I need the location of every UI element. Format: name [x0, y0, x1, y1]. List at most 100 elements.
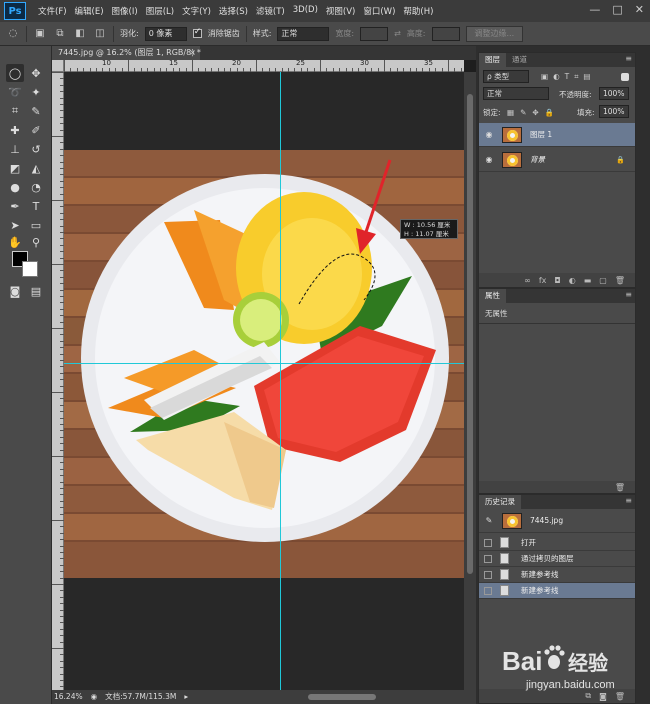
healing-brush-tool-icon[interactable]: ✚	[6, 121, 24, 139]
blend-mode-select[interactable]: 正常	[483, 87, 549, 100]
vertical-ruler[interactable]	[52, 72, 64, 690]
brush-tool-icon[interactable]: ✐	[27, 121, 45, 139]
style-select[interactable]: 正常	[277, 26, 330, 41]
menu-window[interactable]: 窗口(W)	[359, 5, 399, 17]
menu-image[interactable]: 图像(I)	[108, 5, 142, 17]
magic-wand-tool-icon[interactable]: ✦	[27, 83, 45, 101]
horizontal-scrollbar[interactable]	[230, 690, 476, 704]
opacity-input[interactable]: 100%	[599, 87, 629, 100]
menu-view[interactable]: 视图(V)	[322, 5, 359, 17]
path-selection-tool-icon[interactable]: ➤	[6, 216, 24, 234]
swap-icon[interactable]: ⇄	[394, 29, 401, 38]
history-source-box[interactable]	[484, 586, 492, 595]
elliptical-marquee-preset-icon[interactable]: ◌	[6, 27, 20, 41]
dodge-tool-icon[interactable]: ◔	[27, 178, 45, 196]
fill-input[interactable]: 100%	[599, 105, 629, 118]
eraser-tool-icon[interactable]: ◩	[6, 159, 24, 177]
height-input[interactable]	[431, 26, 460, 41]
menu-layer[interactable]: 图层(L)	[142, 5, 178, 17]
add-mask-icon[interactable]: ◘	[554, 276, 560, 285]
tab-channels[interactable]: 通道	[506, 53, 533, 67]
background-color-swatch[interactable]	[22, 261, 38, 277]
history-brush-tool-icon[interactable]: ↺	[27, 140, 45, 158]
quick-mask-icon[interactable]: ◙	[6, 282, 24, 300]
history-snapshot[interactable]: ✎ 7445.jpg	[479, 509, 635, 533]
new-layer-icon[interactable]: ▢	[599, 276, 607, 285]
feather-input[interactable]: 0 像素	[144, 26, 187, 41]
new-group-icon[interactable]: ▬	[584, 276, 592, 285]
maximize-button[interactable]: □	[612, 3, 622, 16]
tab-history[interactable]: 历史记录	[479, 495, 521, 509]
vertical-scroll-thumb[interactable]	[467, 94, 473, 574]
menu-edit[interactable]: 编辑(E)	[71, 5, 108, 17]
visibility-eye-icon[interactable]: ◉	[482, 130, 496, 139]
minimize-button[interactable]: —	[589, 3, 600, 16]
canvas-area[interactable]	[64, 72, 464, 690]
menu-filter[interactable]: 滤镜(T)	[252, 5, 289, 17]
status-info-icon[interactable]: ◉	[91, 690, 98, 704]
tab-properties[interactable]: 属性	[479, 289, 506, 303]
layer-row-background[interactable]: ◉ 背景 🔒	[479, 148, 635, 172]
panel-menu-icon[interactable]: ≡	[625, 496, 632, 505]
history-source-box[interactable]	[484, 538, 492, 547]
fx-icon[interactable]: fx	[539, 276, 547, 285]
lasso-tool-icon[interactable]: ➰	[6, 83, 24, 101]
layer-filter-icons[interactable]: ▣◐T⌗▤	[541, 72, 596, 82]
move-tool-icon[interactable]: ✥	[27, 64, 45, 82]
history-item[interactable]: 新建参考线	[479, 567, 635, 583]
status-menu-icon[interactable]: ▸	[184, 690, 188, 704]
menu-help[interactable]: 帮助(H)	[399, 5, 437, 17]
layer-row-layer1[interactable]: ◉ 图层 1	[479, 123, 635, 147]
history-item[interactable]: 新建参考线	[479, 583, 635, 599]
antialias-checkbox[interactable]	[192, 27, 202, 38]
menu-file[interactable]: 文件(F)	[34, 5, 71, 17]
elliptical-marquee-tool-icon[interactable]: ◯	[6, 64, 24, 82]
intersect-selection-icon[interactable]: ◫	[93, 27, 107, 41]
screen-mode-icon[interactable]: ▤	[27, 282, 45, 300]
history-item[interactable]: 通过拷贝的图层	[479, 551, 635, 567]
add-selection-icon[interactable]: ⧉	[53, 27, 67, 41]
layer-filter-kind[interactable]: ρ 类型	[483, 70, 529, 83]
crop-tool-icon[interactable]: ⌗	[6, 102, 24, 120]
clone-stamp-tool-icon[interactable]: ⊥	[6, 140, 24, 158]
vertical-scrollbar[interactable]	[464, 72, 476, 690]
link-layers-icon[interactable]: ∞	[524, 276, 531, 285]
history-item[interactable]: 打开	[479, 535, 635, 551]
menu-3d[interactable]: 3D(D)	[289, 5, 322, 17]
delete-layer-icon[interactable]: 🗑	[615, 276, 625, 285]
zoom-level[interactable]: 16.24%	[54, 690, 83, 704]
horizontal-scroll-thumb[interactable]	[308, 694, 376, 700]
visibility-eye-icon[interactable]: ◉	[482, 155, 496, 164]
menu-select[interactable]: 选择(S)	[215, 5, 252, 17]
zoom-tool-icon[interactable]: ⚲	[27, 233, 45, 251]
pen-tool-icon[interactable]: ✒	[6, 197, 24, 215]
history-source-box[interactable]	[484, 570, 492, 579]
filter-toggle-icon[interactable]	[621, 73, 629, 81]
subtract-selection-icon[interactable]: ◧	[73, 27, 87, 41]
vertical-guide[interactable]	[280, 72, 281, 690]
history-brush-source-icon[interactable]: ✎	[482, 516, 496, 525]
document-tab[interactable]: 7445.jpg @ 16.2% (图层 1, RGB/8) * ×	[52, 46, 201, 60]
new-selection-icon[interactable]: ▣	[33, 27, 47, 41]
type-tool-icon[interactable]: T	[27, 197, 45, 215]
eyedropper-tool-icon[interactable]: ✎	[27, 102, 45, 120]
close-document-icon[interactable]: ×	[189, 46, 196, 60]
width-input[interactable]	[360, 26, 389, 41]
panel-menu-icon[interactable]: ≡	[625, 290, 632, 299]
adjustment-layer-icon[interactable]: ◐	[569, 276, 576, 285]
hand-tool-icon[interactable]: ✋	[6, 233, 24, 251]
history-source-box[interactable]	[484, 554, 492, 563]
blur-tool-icon[interactable]: ●	[6, 178, 24, 196]
delete-icon[interactable]: 🗑	[615, 483, 625, 492]
refine-edge-button[interactable]: 调整边缘...	[465, 25, 524, 42]
paint-bucket-tool-icon[interactable]: ◭	[27, 159, 45, 177]
panel-menu-icon[interactable]: ≡	[625, 54, 632, 63]
rectangle-tool-icon[interactable]: ▭	[27, 216, 45, 234]
tab-layers[interactable]: 图层	[479, 53, 506, 67]
horizontal-guide[interactable]	[64, 363, 464, 364]
menu-type[interactable]: 文字(Y)	[178, 5, 215, 17]
close-button[interactable]: ✕	[635, 3, 644, 16]
horizontal-ruler[interactable]: 10 15 20 25 30 35	[64, 59, 464, 72]
ruler-origin[interactable]	[52, 60, 64, 72]
lock-icons[interactable]: ▦✎✥🔒	[507, 108, 560, 117]
